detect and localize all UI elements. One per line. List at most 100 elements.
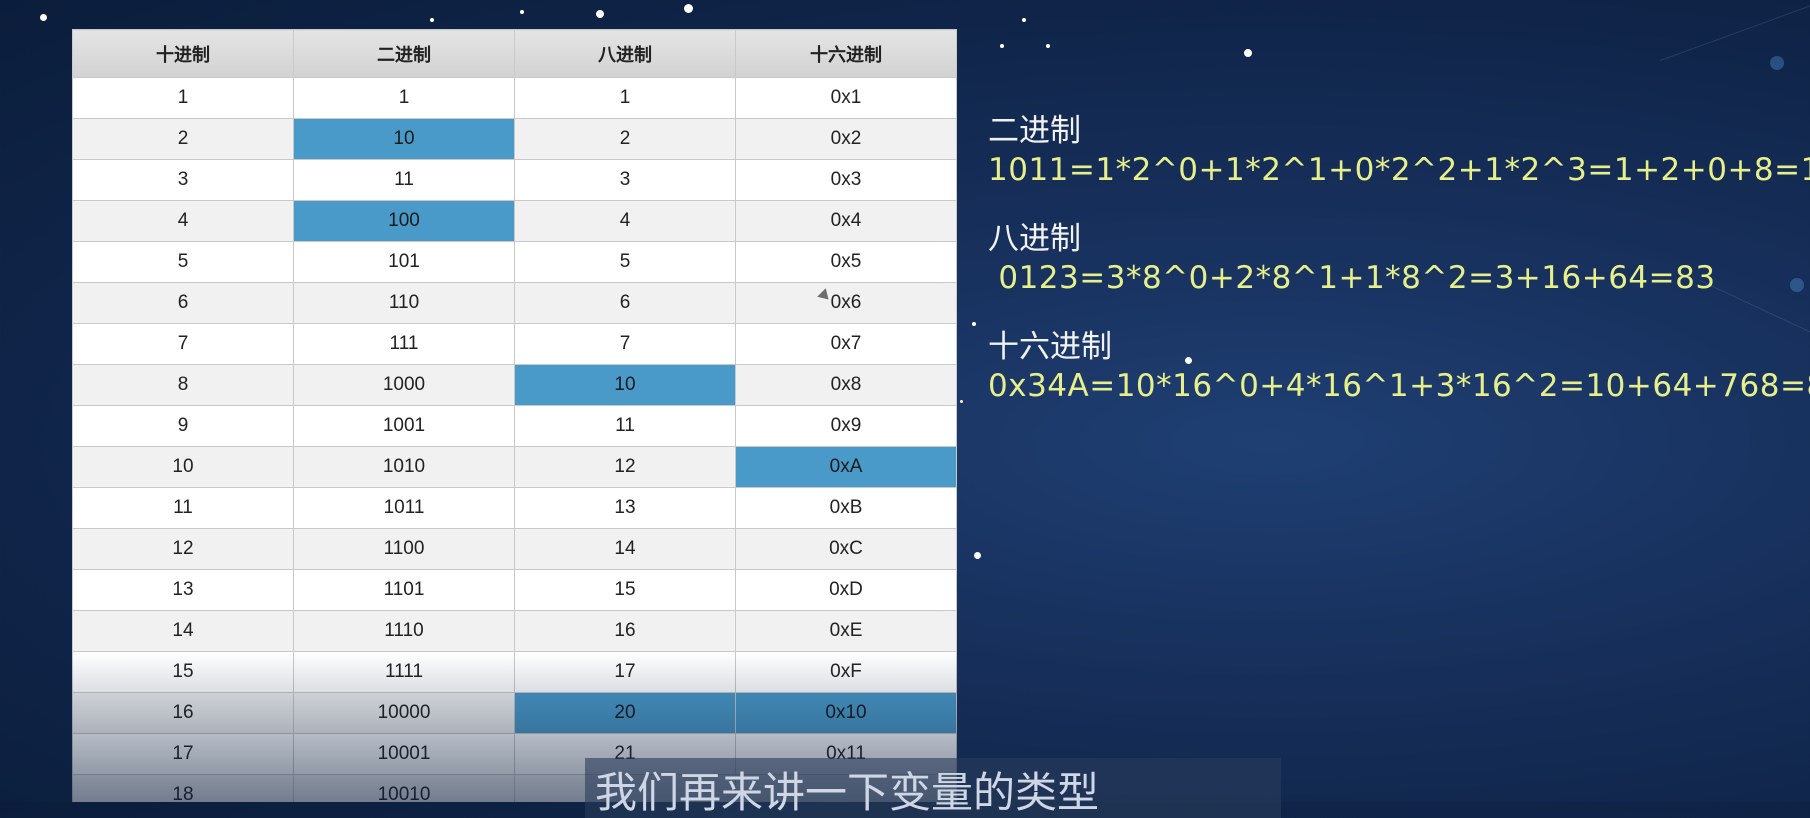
cell-decimal: 2: [72, 118, 294, 160]
cell-decimal: 12: [72, 528, 294, 570]
cell-decimal: 17: [72, 733, 294, 775]
conversion-formulas: 二进制 1011=1*2^0+1*2^1+0*2^2+1*2^3=1+2+0+8…: [988, 112, 1810, 436]
header-hex: 十六进制: [735, 29, 957, 78]
cell-octal: 14: [514, 528, 736, 570]
table-row: 4 100 4 0x4: [72, 200, 957, 242]
cell-binary: 1101: [293, 569, 515, 611]
cell-octal: 20: [514, 692, 736, 734]
cell-decimal: 15: [72, 651, 294, 693]
cell-hex: 0xC: [735, 528, 957, 570]
cell-binary: 10000: [293, 692, 515, 734]
cell-binary: 111: [293, 323, 515, 365]
cell-octal: 11: [514, 405, 736, 447]
cell-octal: 2: [514, 118, 736, 160]
cell-octal: 7: [514, 323, 736, 365]
number-base-table-panel: 十进制 二进制 八进制 十六进制 1 1 1 0x1 2 10 2 0x2 3 11 3 0x3 4 10…: [72, 29, 957, 802]
star: [40, 14, 47, 21]
table-row: 16 10000 20 0x10: [72, 692, 957, 734]
cell-octal: 17: [514, 651, 736, 693]
table-row: 14 1110 16 0xE: [72, 610, 957, 652]
cell-decimal: 6: [72, 282, 294, 324]
cell-octal: 5: [514, 241, 736, 283]
cell-decimal: 10: [72, 446, 294, 488]
cell-binary: 10: [293, 118, 515, 160]
cell-binary: 1010: [293, 446, 515, 488]
star: [684, 4, 693, 13]
table-row: 10 1010 12 0xA: [72, 446, 957, 488]
table-row: 3 11 3 0x3: [72, 159, 957, 201]
star: [960, 400, 963, 403]
cell-hex: 0xF: [735, 651, 957, 693]
cell-decimal: 9: [72, 405, 294, 447]
cell-decimal: 8: [72, 364, 294, 406]
star: [1244, 49, 1252, 57]
cell-hex: 0x1: [735, 77, 957, 119]
cell-octal: 15: [514, 569, 736, 611]
cell-hex: 0x8: [735, 364, 957, 406]
cell-octal: 16: [514, 610, 736, 652]
hex-formula-expression: 0x34A=10*16^0+4*16^1+3*16^2=10+64+768=84…: [988, 368, 1810, 404]
cell-decimal: 1: [72, 77, 294, 119]
cell-binary: 1001: [293, 405, 515, 447]
cell-decimal: 13: [72, 569, 294, 611]
cell-hex: 0xB: [735, 487, 957, 529]
star: [520, 10, 524, 14]
cell-decimal: 16: [72, 692, 294, 734]
hex-formula-title: 十六进制: [988, 329, 1112, 365]
cell-binary: 1110: [293, 610, 515, 652]
header-decimal: 十进制: [72, 29, 294, 78]
hex-formula-block: 十六进制 0x34A=10*16^0+4*16^1+3*16^2=10+64+7…: [988, 328, 1810, 406]
star: [1022, 18, 1026, 22]
cell-binary: 1000: [293, 364, 515, 406]
cell-binary: 11: [293, 159, 515, 201]
star: [972, 322, 976, 326]
cell-octal: 6: [514, 282, 736, 324]
cell-octal: 12: [514, 446, 736, 488]
network-line: [1660, 0, 1810, 61]
cell-binary: 1111: [293, 651, 515, 693]
star: [430, 18, 434, 22]
cell-decimal: 5: [72, 241, 294, 283]
cell-binary: 1011: [293, 487, 515, 529]
cell-hex: 0x4: [735, 200, 957, 242]
cell-binary: 101: [293, 241, 515, 283]
binary-formula-expression: 1011=1*2^0+1*2^1+0*2^2+1*2^3=1+2+0+8=11: [988, 152, 1810, 188]
cell-hex: 0x6: [735, 282, 957, 324]
table-row: 13 1101 15 0xD: [72, 569, 957, 611]
cell-decimal: 4: [72, 200, 294, 242]
cell-octal: 10: [514, 364, 736, 406]
number-base-table: 十进制 二进制 八进制 十六进制 1 1 1 0x1 2 10 2 0x2 3 11 3 0x3 4 10…: [72, 29, 957, 802]
star: [596, 10, 604, 18]
table-row: 7 111 7 0x7: [72, 323, 957, 365]
cell-binary: 10001: [293, 733, 515, 775]
cell-hex: 0xD: [735, 569, 957, 611]
star: [1046, 44, 1050, 48]
star: [974, 552, 981, 559]
cell-octal: 1: [514, 77, 736, 119]
table-row: 2 10 2 0x2: [72, 118, 957, 160]
octal-formula-expression: 0123=3*8^0+2*8^1+1*8^2=3+16+64=83: [988, 260, 1716, 296]
header-octal: 八进制: [514, 29, 736, 78]
video-subtitle: 我们再来讲一下变量的类型: [585, 758, 1281, 818]
cell-hex: 0x9: [735, 405, 957, 447]
cell-octal: 3: [514, 159, 736, 201]
cell-hex: 0x2: [735, 118, 957, 160]
octal-formula-title: 八进制: [988, 221, 1081, 257]
cell-decimal: 14: [72, 610, 294, 652]
cell-binary: 10010: [293, 774, 515, 802]
cell-hex: 0x3: [735, 159, 957, 201]
cell-octal: 4: [514, 200, 736, 242]
cell-binary: 100: [293, 200, 515, 242]
cell-hex: 0x10: [735, 692, 957, 734]
cell-decimal: 18: [72, 774, 294, 802]
table-row: 12 1100 14 0xC: [72, 528, 957, 570]
table-row: 1 1 1 0x1: [72, 77, 957, 119]
binary-formula-title: 二进制: [988, 113, 1081, 149]
network-node: [1770, 56, 1784, 70]
cell-decimal: 7: [72, 323, 294, 365]
cell-decimal: 11: [72, 487, 294, 529]
table-row: 9 1001 11 0x9: [72, 405, 957, 447]
cell-decimal: 3: [72, 159, 294, 201]
star: [1000, 44, 1004, 48]
binary-formula-block: 二进制 1011=1*2^0+1*2^1+0*2^2+1*2^3=1+2+0+8…: [988, 112, 1810, 190]
